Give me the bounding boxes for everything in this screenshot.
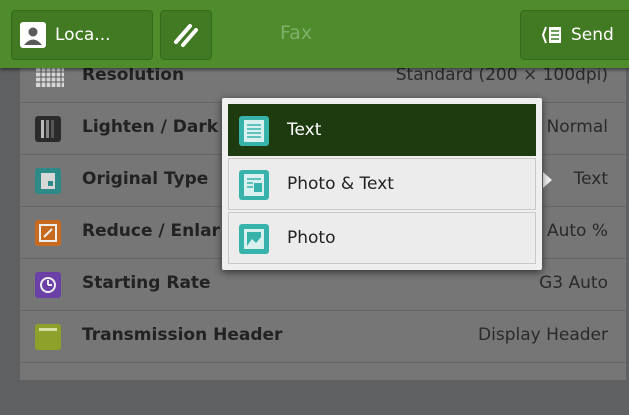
setting-label: Starting Rate <box>82 273 211 293</box>
option-label: Photo & Text <box>287 174 394 194</box>
top-bar: Loca... Fax Send <box>0 0 629 68</box>
document-type-icon <box>35 168 61 194</box>
send-button[interactable]: Send <box>520 10 629 60</box>
photo-icon <box>239 224 269 254</box>
header-icon <box>35 324 61 350</box>
reset-button[interactable] <box>160 10 212 60</box>
original-type-popup: Text Photo & Text Photo <box>222 98 542 270</box>
setting-value: Standard (200 × 100dpi) <box>395 65 608 85</box>
chevron-right-icon <box>543 172 552 188</box>
setting-label: Reduce / Enlar <box>82 221 220 241</box>
grid-icon <box>35 66 65 88</box>
text-icon <box>239 116 269 146</box>
setting-value: Text <box>573 169 608 189</box>
user-icon <box>20 22 46 48</box>
setting-row-transmission-header[interactable]: Transmission Header Display Header <box>20 311 626 363</box>
send-label: Send <box>571 25 614 45</box>
option-text[interactable]: Text <box>228 104 536 156</box>
setting-label: Original Type <box>82 169 209 189</box>
resize-icon <box>35 220 61 246</box>
login-button[interactable]: Loca... <box>11 10 153 60</box>
setting-label: Lighten / Dark <box>82 117 219 137</box>
login-label: Loca... <box>55 25 111 45</box>
option-photo[interactable]: Photo <box>228 212 536 264</box>
send-icon <box>541 26 561 44</box>
page-title: Fax <box>280 22 313 44</box>
setting-value: Normal <box>546 117 608 137</box>
setting-value: Display Header <box>478 325 608 345</box>
setting-label: Transmission Header <box>82 325 283 345</box>
setting-value: Auto % <box>546 221 608 241</box>
setting-row-partial[interactable] <box>20 363 626 415</box>
rate-icon <box>35 272 61 298</box>
option-label: Text <box>287 120 322 140</box>
setting-label: Resolution <box>82 65 185 85</box>
option-label: Photo <box>287 228 336 248</box>
photo-and-text-icon <box>239 170 269 200</box>
option-photo-and-text[interactable]: Photo & Text <box>228 158 536 210</box>
reset-icon <box>174 24 198 47</box>
contrast-icon <box>35 116 61 142</box>
setting-value: G3 Auto <box>539 273 608 293</box>
